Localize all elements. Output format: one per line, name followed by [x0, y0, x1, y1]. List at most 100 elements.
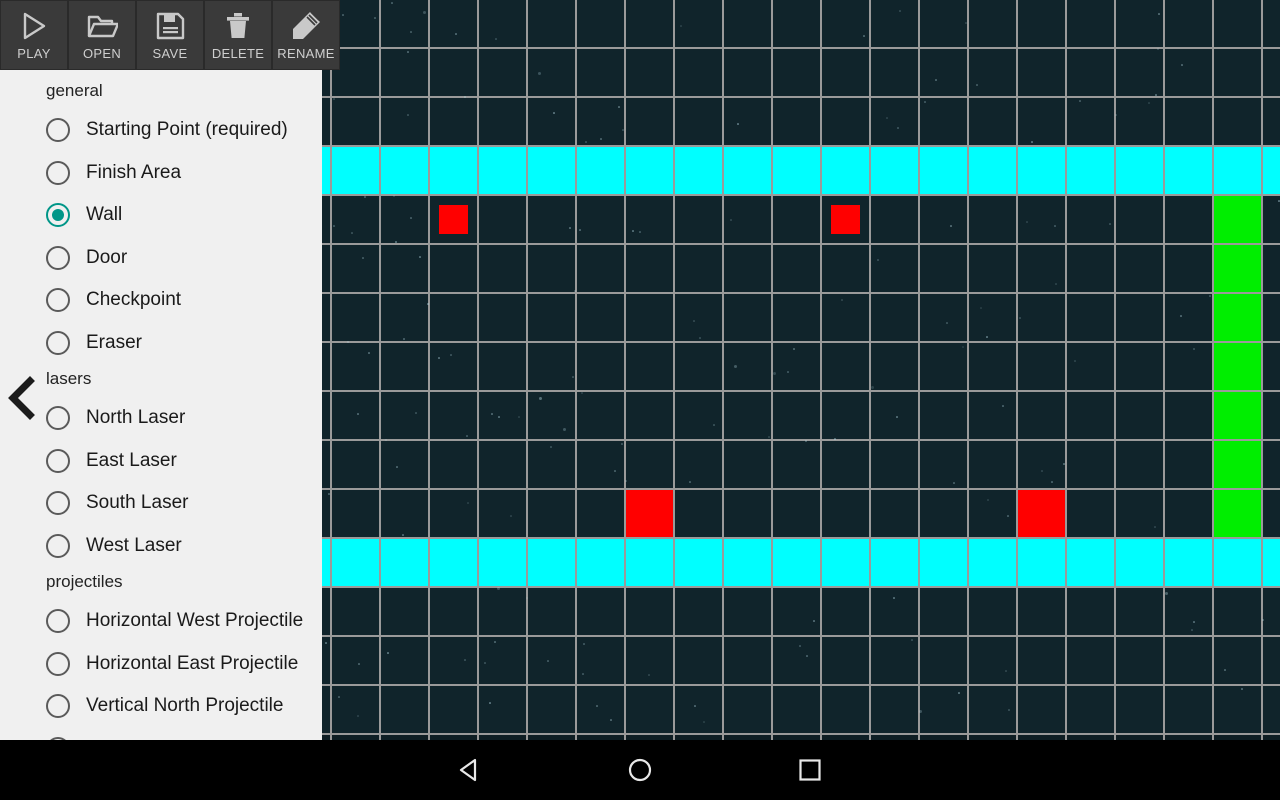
grid-cell[interactable]	[1067, 343, 1114, 390]
palette-option-row[interactable]: Wall	[0, 194, 322, 237]
grid-cell[interactable]	[822, 0, 869, 47]
grid-cell[interactable]	[871, 147, 918, 194]
grid-cell[interactable]	[1116, 686, 1163, 733]
grid-cell[interactable]	[969, 441, 1016, 488]
grid-cell[interactable]	[920, 196, 967, 243]
grid-cell[interactable]	[773, 147, 820, 194]
grid-cell[interactable]	[969, 245, 1016, 292]
grid-cell[interactable]	[1263, 539, 1280, 586]
grid-cell[interactable]	[724, 294, 771, 341]
grid-cell[interactable]	[1018, 588, 1065, 635]
grid-cell[interactable]	[1263, 98, 1280, 145]
grid-cell[interactable]	[675, 0, 722, 47]
grid-cell[interactable]	[1165, 490, 1212, 537]
grid-cell[interactable]	[1263, 245, 1280, 292]
grid-cell[interactable]	[969, 196, 1016, 243]
grid-cell[interactable]	[822, 441, 869, 488]
grid-cell[interactable]	[1263, 490, 1280, 537]
grid-cell[interactable]	[381, 686, 428, 733]
grid-cell[interactable]	[528, 392, 575, 439]
radio-selected-icon[interactable]	[46, 203, 70, 228]
grid-cell[interactable]	[528, 490, 575, 537]
grid-cell[interactable]	[626, 49, 673, 96]
grid-cell[interactable]	[675, 441, 722, 488]
grid-cell[interactable]	[871, 686, 918, 733]
grid-cell[interactable]	[479, 196, 526, 243]
grid-cell[interactable]	[1214, 49, 1261, 96]
radio-unselected-icon[interactable]	[46, 694, 70, 719]
grid-cell[interactable]	[724, 539, 771, 586]
grid-cell[interactable]	[626, 245, 673, 292]
grid-cell[interactable]	[724, 49, 771, 96]
grid-cell[interactable]	[479, 441, 526, 488]
grid-cell[interactable]	[1214, 441, 1261, 488]
grid-cell[interactable]	[1263, 441, 1280, 488]
grid-cell[interactable]	[332, 588, 379, 635]
grid-cell[interactable]	[1018, 441, 1065, 488]
grid-cell[interactable]	[724, 147, 771, 194]
grid-cell[interactable]	[1165, 539, 1212, 586]
grid-cell[interactable]	[1263, 196, 1280, 243]
grid-cell[interactable]	[822, 588, 869, 635]
grid-cell[interactable]	[675, 637, 722, 684]
grid-cell[interactable]	[1214, 637, 1261, 684]
grid-cell[interactable]	[381, 0, 428, 47]
grid-cell[interactable]	[871, 392, 918, 439]
grid-cell[interactable]	[871, 637, 918, 684]
grid-cell[interactable]	[1018, 49, 1065, 96]
grid-cell[interactable]	[871, 294, 918, 341]
tool-palette-sidebar[interactable]: general Starting Point (required) Finish A…	[0, 70, 322, 740]
radio-unselected-icon[interactable]	[46, 533, 70, 558]
grid-cell[interactable]	[528, 98, 575, 145]
grid-cell[interactable]	[822, 245, 869, 292]
grid-cell[interactable]	[332, 245, 379, 292]
grid-cell[interactable]	[1165, 392, 1212, 439]
grid-cell[interactable]	[871, 245, 918, 292]
grid-cell[interactable]	[1018, 245, 1065, 292]
grid-cell[interactable]	[1165, 294, 1212, 341]
radio-unselected-icon[interactable]	[46, 330, 70, 355]
grid-cell[interactable]	[528, 49, 575, 96]
grid-cell[interactable]	[577, 441, 624, 488]
grid-cell[interactable]	[969, 539, 1016, 586]
grid-cell[interactable]	[1263, 343, 1280, 390]
radio-unselected-icon[interactable]	[46, 609, 70, 634]
grid-cell[interactable]	[626, 637, 673, 684]
grid-cell[interactable]	[577, 490, 624, 537]
grid-cell[interactable]	[920, 343, 967, 390]
grid-cell[interactable]	[920, 490, 967, 537]
grid-cell[interactable]	[430, 98, 477, 145]
grid-cell[interactable]	[1067, 637, 1114, 684]
grid-cell[interactable]	[1214, 490, 1261, 537]
grid-cell[interactable]	[920, 98, 967, 145]
grid-cell[interactable]	[724, 588, 771, 635]
grid-cell[interactable]	[724, 686, 771, 733]
grid-cell[interactable]	[381, 392, 428, 439]
grid-cell[interactable]	[822, 49, 869, 96]
grid-cell[interactable]	[920, 686, 967, 733]
grid-cell[interactable]	[1165, 0, 1212, 47]
grid-cell[interactable]	[626, 588, 673, 635]
grid-cell[interactable]	[773, 686, 820, 733]
grid-cell[interactable]	[430, 196, 477, 243]
grid-cell[interactable]	[920, 147, 967, 194]
grid-cell[interactable]	[1214, 539, 1261, 586]
grid-cell[interactable]	[430, 0, 477, 47]
grid-cell[interactable]	[1018, 196, 1065, 243]
grid-cell[interactable]	[1116, 588, 1163, 635]
grid-cell[interactable]	[528, 147, 575, 194]
grid-cell[interactable]	[626, 0, 673, 47]
grid-cell[interactable]	[1116, 441, 1163, 488]
grid-cell[interactable]	[381, 343, 428, 390]
grid-cell[interactable]	[1018, 0, 1065, 47]
grid-cell[interactable]	[626, 147, 673, 194]
grid-cell[interactable]	[430, 147, 477, 194]
grid-cell[interactable]	[1116, 490, 1163, 537]
grid-cell[interactable]	[430, 539, 477, 586]
grid-cell[interactable]	[430, 245, 477, 292]
grid-cell[interactable]	[381, 196, 428, 243]
grid-cell[interactable]	[1165, 98, 1212, 145]
grid-cell[interactable]	[430, 343, 477, 390]
grid-cell[interactable]	[1067, 441, 1114, 488]
grid-cell[interactable]	[1263, 392, 1280, 439]
